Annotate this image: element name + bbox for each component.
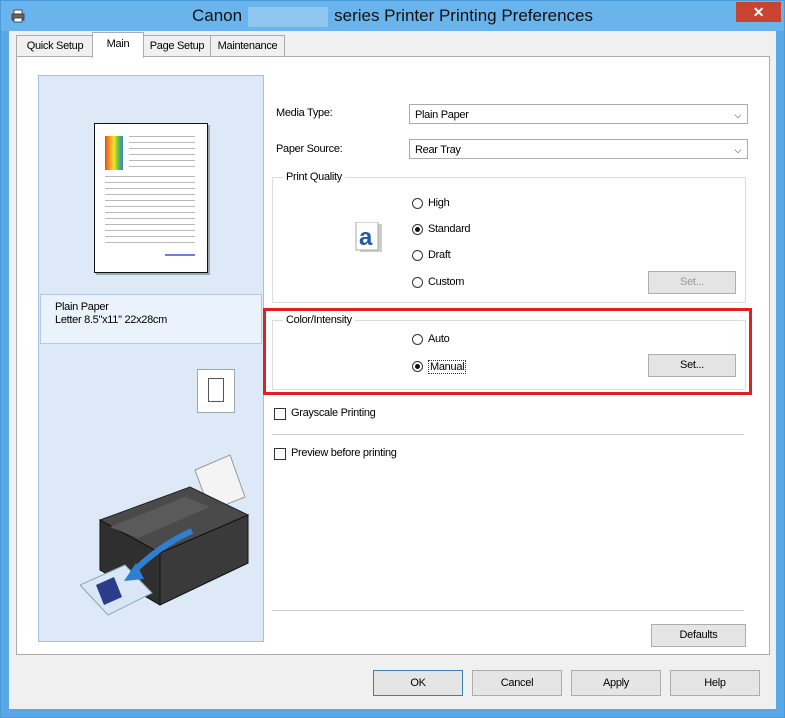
quality-standard-radio[interactable] xyxy=(412,224,423,235)
tab-quick-setup[interactable]: Quick Setup xyxy=(16,35,94,57)
quality-draft-label: Draft xyxy=(428,249,451,261)
quality-high-radio[interactable] xyxy=(412,198,423,209)
chevron-down-icon: ⌵ xyxy=(734,110,741,120)
quality-standard-label: Standard xyxy=(428,223,471,235)
ok-button[interactable]: OK xyxy=(373,670,463,696)
quality-custom-label: Custom xyxy=(428,276,465,288)
help-button[interactable]: Help xyxy=(670,670,760,696)
grayscale-label: Grayscale Printing xyxy=(291,407,376,419)
chevron-down-icon: ⌵ xyxy=(734,145,741,155)
close-button[interactable]: ✕ xyxy=(736,2,781,22)
grayscale-checkbox[interactable] xyxy=(274,408,286,420)
paper-type-info: Plain Paper xyxy=(55,301,109,313)
paper-source-select[interactable]: Rear Tray ⌵ xyxy=(409,139,748,159)
letter-a-icon: a xyxy=(355,222,382,252)
media-type-select[interactable]: Plain Paper ⌵ xyxy=(409,104,748,124)
title-prefix: Canon xyxy=(192,6,243,25)
paper-size-info: Letter 8.5"x11" 22x28cm xyxy=(55,314,167,326)
quality-custom-radio[interactable] xyxy=(412,277,423,288)
defaults-button[interactable]: Defaults xyxy=(651,624,746,647)
close-icon: ✕ xyxy=(752,4,765,20)
window-title: Canon series Printer Printing Preferences xyxy=(1,1,784,31)
portrait-page-icon xyxy=(208,378,224,402)
quality-set-button[interactable]: Set... xyxy=(648,271,736,294)
divider xyxy=(272,610,744,611)
paper-source-label: Paper Source: xyxy=(276,143,343,155)
quality-draft-radio[interactable] xyxy=(412,250,423,261)
tab-maintenance[interactable]: Maintenance xyxy=(210,35,285,57)
preview-before-printing-label: Preview before printing xyxy=(291,447,397,459)
svg-text:a: a xyxy=(359,224,373,251)
divider xyxy=(272,434,744,435)
tab-page-setup[interactable]: Page Setup xyxy=(142,35,212,57)
preview-before-printing-checkbox[interactable] xyxy=(274,448,286,460)
cancel-button[interactable]: Cancel xyxy=(472,670,562,696)
color-intensity-highlight xyxy=(263,308,752,395)
tab-main[interactable]: Main xyxy=(92,32,144,58)
paper-preview xyxy=(94,123,208,273)
title-suffix: series Printer Printing Preferences xyxy=(334,6,593,25)
title-bar: Canon series Printer Printing Preferences… xyxy=(1,1,784,31)
quality-high-label: High xyxy=(428,197,450,209)
apply-button[interactable]: Apply xyxy=(571,670,661,696)
redacted-model-name xyxy=(248,6,329,27)
printer-paper-feed-illustration xyxy=(80,454,250,616)
print-quality-label: Print Quality xyxy=(283,171,346,183)
color-swatch xyxy=(105,136,123,170)
media-type-label: Media Type: xyxy=(276,107,333,119)
